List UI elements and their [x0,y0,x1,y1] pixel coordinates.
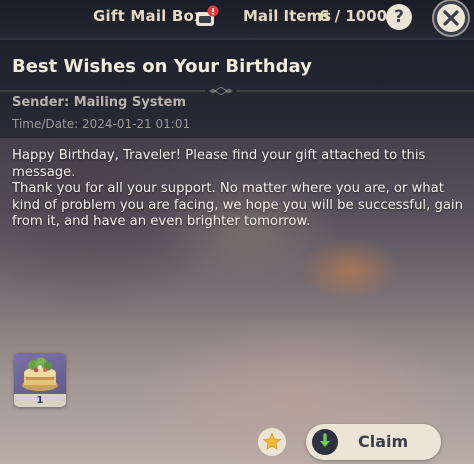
gift-box-icon[interactable]: ! [193,5,219,29]
mail-body: Happy Birthday, Traveler! Please find yo… [12,148,464,231]
attachment-item[interactable]: 1 [14,353,66,407]
close-icon [443,10,459,26]
star-icon [262,432,282,451]
claim-button[interactable]: Claim [306,424,441,460]
gift-mail-box-title: Gift Mail Box [93,7,204,25]
download-arrow-icon [312,429,338,455]
help-button[interactable]: ? [386,4,412,30]
ornament-divider [0,87,474,95]
mail-body-paragraph: Happy Birthday, Traveler! Please find yo… [12,148,426,180]
mail-sender: Sender: Mailing System [12,95,187,110]
mail-title: Best Wishes on Your Birthday [12,56,312,77]
mail-items-label: Mail Items [243,7,332,25]
mail-count: 6 / 1000 [319,7,388,25]
birthday-cake-icon [22,357,58,391]
top-bar: Gift Mail Box ! Mail Items 6 / 1000 ? [0,0,474,38]
star-button[interactable] [258,428,286,456]
mail-body-paragraph: Thank you for all your support. No matte… [12,181,463,229]
close-button[interactable] [434,1,468,35]
attachment-count: 1 [14,394,66,407]
notification-badge: ! [211,8,215,18]
mail-date: Time/Date: 2024-01-21 01:01 [12,117,191,131]
mail-header: Best Wishes on Your Birthday Sender: Mai… [0,40,474,138]
claim-label: Claim [358,432,409,451]
help-icon: ? [394,7,404,27]
